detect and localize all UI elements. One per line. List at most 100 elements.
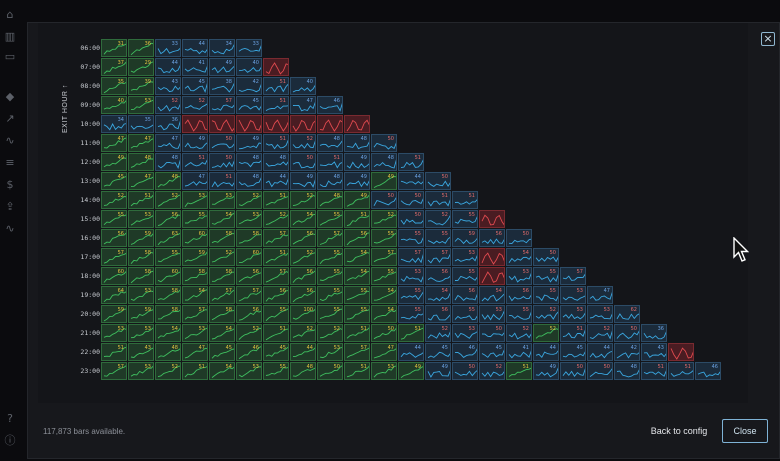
grid-cell[interactable]: 54 bbox=[209, 210, 235, 228]
grid-cell[interactable] bbox=[479, 210, 505, 228]
grid-cell[interactable]: 52 bbox=[209, 248, 235, 266]
grid-cell[interactable]: 51 bbox=[209, 172, 235, 190]
grid-cell[interactable]: 53 bbox=[236, 210, 262, 228]
grid-cell[interactable]: 56 bbox=[479, 229, 505, 247]
grid-cell[interactable]: 58 bbox=[182, 267, 208, 285]
grid-cell[interactable]: 53 bbox=[371, 362, 397, 380]
grid-cell[interactable]: 56 bbox=[263, 286, 289, 304]
grid-cell[interactable]: 57 bbox=[371, 248, 397, 266]
grid-cell[interactable]: 50 bbox=[371, 324, 397, 342]
grid-cell[interactable]: 56 bbox=[290, 229, 316, 247]
grid-cell[interactable]: 44 bbox=[290, 343, 316, 361]
grid-cell[interactable]: 36 bbox=[155, 115, 181, 133]
grid-cell[interactable]: 31 bbox=[101, 39, 127, 57]
grid-cell[interactable]: 53 bbox=[317, 343, 343, 361]
grid-cell[interactable]: 52 bbox=[155, 191, 181, 209]
grid-cell[interactable]: 49 bbox=[290, 172, 316, 190]
grid-cell[interactable]: 52 bbox=[425, 210, 451, 228]
grid-cell[interactable]: 51 bbox=[560, 324, 586, 342]
grid-cell[interactable]: 29 bbox=[128, 58, 154, 76]
grid-cell[interactable]: 47 bbox=[128, 172, 154, 190]
grid-cell[interactable]: 51 bbox=[668, 362, 694, 380]
grid-cell[interactable]: 57 bbox=[263, 267, 289, 285]
grid-cell[interactable]: 45 bbox=[263, 343, 289, 361]
grid-cell[interactable]: 46 bbox=[236, 343, 262, 361]
grid-cell[interactable]: 52 bbox=[290, 191, 316, 209]
grid-cell[interactable]: 51 bbox=[398, 324, 424, 342]
grid-cell[interactable]: 55 bbox=[101, 210, 127, 228]
home-icon[interactable]: ⌂ bbox=[3, 8, 17, 22]
grid-cell[interactable]: 58 bbox=[209, 267, 235, 285]
grid-cell[interactable] bbox=[344, 115, 370, 133]
grid-cell[interactable]: 49 bbox=[533, 362, 559, 380]
grid-cell[interactable]: 52 bbox=[317, 324, 343, 342]
grid-cell[interactable]: 53 bbox=[128, 324, 154, 342]
grid-cell[interactable]: 54 bbox=[506, 248, 532, 266]
close-button[interactable]: Close bbox=[722, 419, 768, 443]
grid-cell[interactable]: 38 bbox=[209, 77, 235, 95]
grid-cell[interactable]: 42 bbox=[614, 343, 640, 361]
grid-cell[interactable]: 49 bbox=[371, 172, 397, 190]
grid-cell[interactable]: 33 bbox=[155, 39, 181, 57]
grid-cell[interactable]: 55 bbox=[425, 229, 451, 247]
grid-cell[interactable]: 51 bbox=[128, 191, 154, 209]
grid-cell[interactable] bbox=[668, 343, 694, 361]
grid-cell[interactable]: 59 bbox=[452, 229, 478, 247]
grid-cell[interactable]: 59 bbox=[101, 305, 127, 323]
grid-cell[interactable]: 50 bbox=[560, 362, 586, 380]
grid-cell[interactable]: 53 bbox=[560, 286, 586, 304]
grid-cell[interactable]: 57 bbox=[263, 229, 289, 247]
grid-cell[interactable]: 53 bbox=[452, 248, 478, 266]
grid-cell[interactable]: 64 bbox=[101, 286, 127, 304]
grid-cell[interactable]: 63 bbox=[155, 229, 181, 247]
grid-cell[interactable]: 51 bbox=[641, 362, 667, 380]
grid-cell[interactable]: 51 bbox=[317, 153, 343, 171]
grid-cell[interactable]: 49 bbox=[182, 134, 208, 152]
grid-cell[interactable]: 55 bbox=[344, 305, 370, 323]
grid-cell[interactable]: 52 bbox=[371, 210, 397, 228]
grid-cell[interactable]: 47 bbox=[290, 96, 316, 114]
grid-cell[interactable]: 48 bbox=[371, 153, 397, 171]
grid-cell[interactable]: 60 bbox=[236, 248, 262, 266]
grid-cell[interactable]: 55 bbox=[452, 210, 478, 228]
grid-cell[interactable]: 45 bbox=[236, 96, 262, 114]
grid-cell[interactable]: 49 bbox=[101, 153, 127, 171]
grid-cell[interactable]: 47 bbox=[155, 134, 181, 152]
modal-close-icon[interactable]: × bbox=[761, 32, 775, 46]
grid-cell[interactable]: 33 bbox=[236, 39, 262, 57]
grid-cell[interactable]: 50 bbox=[398, 210, 424, 228]
grid-cell[interactable]: 48 bbox=[236, 153, 262, 171]
grid-cell[interactable]: 58 bbox=[209, 229, 235, 247]
grid-cell[interactable]: 50 bbox=[209, 134, 235, 152]
grid-cell[interactable]: 47 bbox=[182, 343, 208, 361]
grid-cell[interactable]: 51 bbox=[263, 134, 289, 152]
grid-cell[interactable]: 56 bbox=[452, 286, 478, 304]
grid-cell[interactable]: 55 bbox=[317, 267, 343, 285]
grid-cell[interactable]: 52 bbox=[533, 324, 559, 342]
grid-cell[interactable]: 47 bbox=[182, 172, 208, 190]
grid-cell[interactable]: 52 bbox=[290, 134, 316, 152]
grid-cell[interactable]: 51 bbox=[263, 191, 289, 209]
grid-cell[interactable]: 54 bbox=[290, 210, 316, 228]
grid-cell[interactable]: 54 bbox=[209, 362, 235, 380]
grid-cell[interactable]: 48 bbox=[236, 172, 262, 190]
grid-cell[interactable]: 45 bbox=[182, 77, 208, 95]
grid-cell[interactable]: 50 bbox=[614, 324, 640, 342]
grid-cell[interactable]: 56 bbox=[290, 267, 316, 285]
grid-cell[interactable]: 58 bbox=[155, 305, 181, 323]
grid-cell[interactable]: 47 bbox=[587, 286, 613, 304]
grid-cell[interactable]: 44 bbox=[182, 39, 208, 57]
grid-cell[interactable]: 53 bbox=[182, 191, 208, 209]
grid-cell[interactable]: 50 bbox=[371, 134, 397, 152]
grid-cell[interactable]: 59 bbox=[128, 305, 154, 323]
grid-cell[interactable]: 51 bbox=[506, 362, 532, 380]
grid-cell[interactable]: 34 bbox=[209, 39, 235, 57]
grid-cell[interactable]: 54 bbox=[344, 267, 370, 285]
grid-cell[interactable]: 44 bbox=[263, 172, 289, 190]
grid-cell[interactable]: 56 bbox=[236, 267, 262, 285]
grid-cell[interactable]: 51 bbox=[398, 153, 424, 171]
grid-cell[interactable]: 51 bbox=[425, 191, 451, 209]
dollar-icon[interactable]: $ bbox=[3, 178, 17, 192]
grid-cell[interactable]: 57 bbox=[398, 248, 424, 266]
grid-cell[interactable]: 55 bbox=[533, 286, 559, 304]
